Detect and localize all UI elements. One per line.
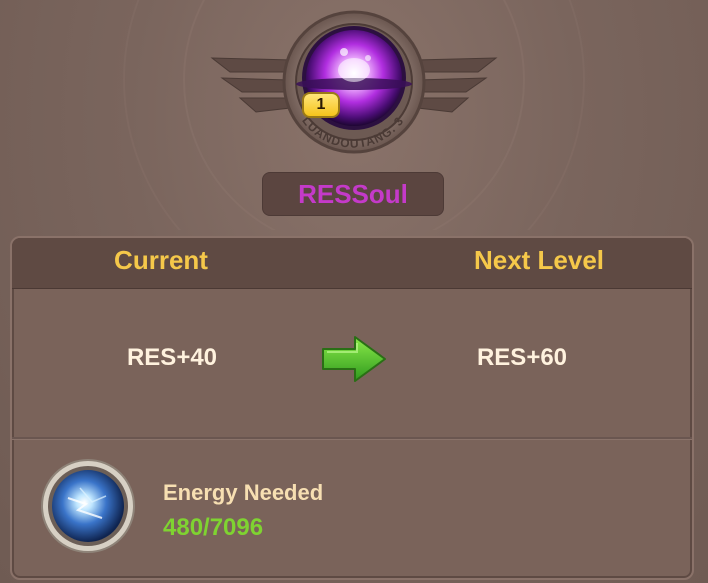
next-stat: RES+60 [476,344,568,371]
current-heading: Current [114,245,208,275]
current-stat: RES+40 [126,344,218,371]
soul-emblem: LUANDOUTANG. 3 1 RESSoul [0,0,708,230]
upgrade-panel: Current Next Level RES+40 RES+60 Energy … [10,236,694,580]
panel-divider [12,437,692,439]
next-level-heading: Next Level [473,245,605,275]
energy-orb-icon [41,459,135,553]
green-right-arrow-icon [322,336,386,382]
panel-header: Current Next Level [12,238,692,289]
energy-needed-value: 480/7096 [163,514,264,541]
energy-needed-label: Energy Needed [163,480,324,505]
level-badge: 1 [302,92,340,118]
soul-name: RESSoul [262,172,444,216]
